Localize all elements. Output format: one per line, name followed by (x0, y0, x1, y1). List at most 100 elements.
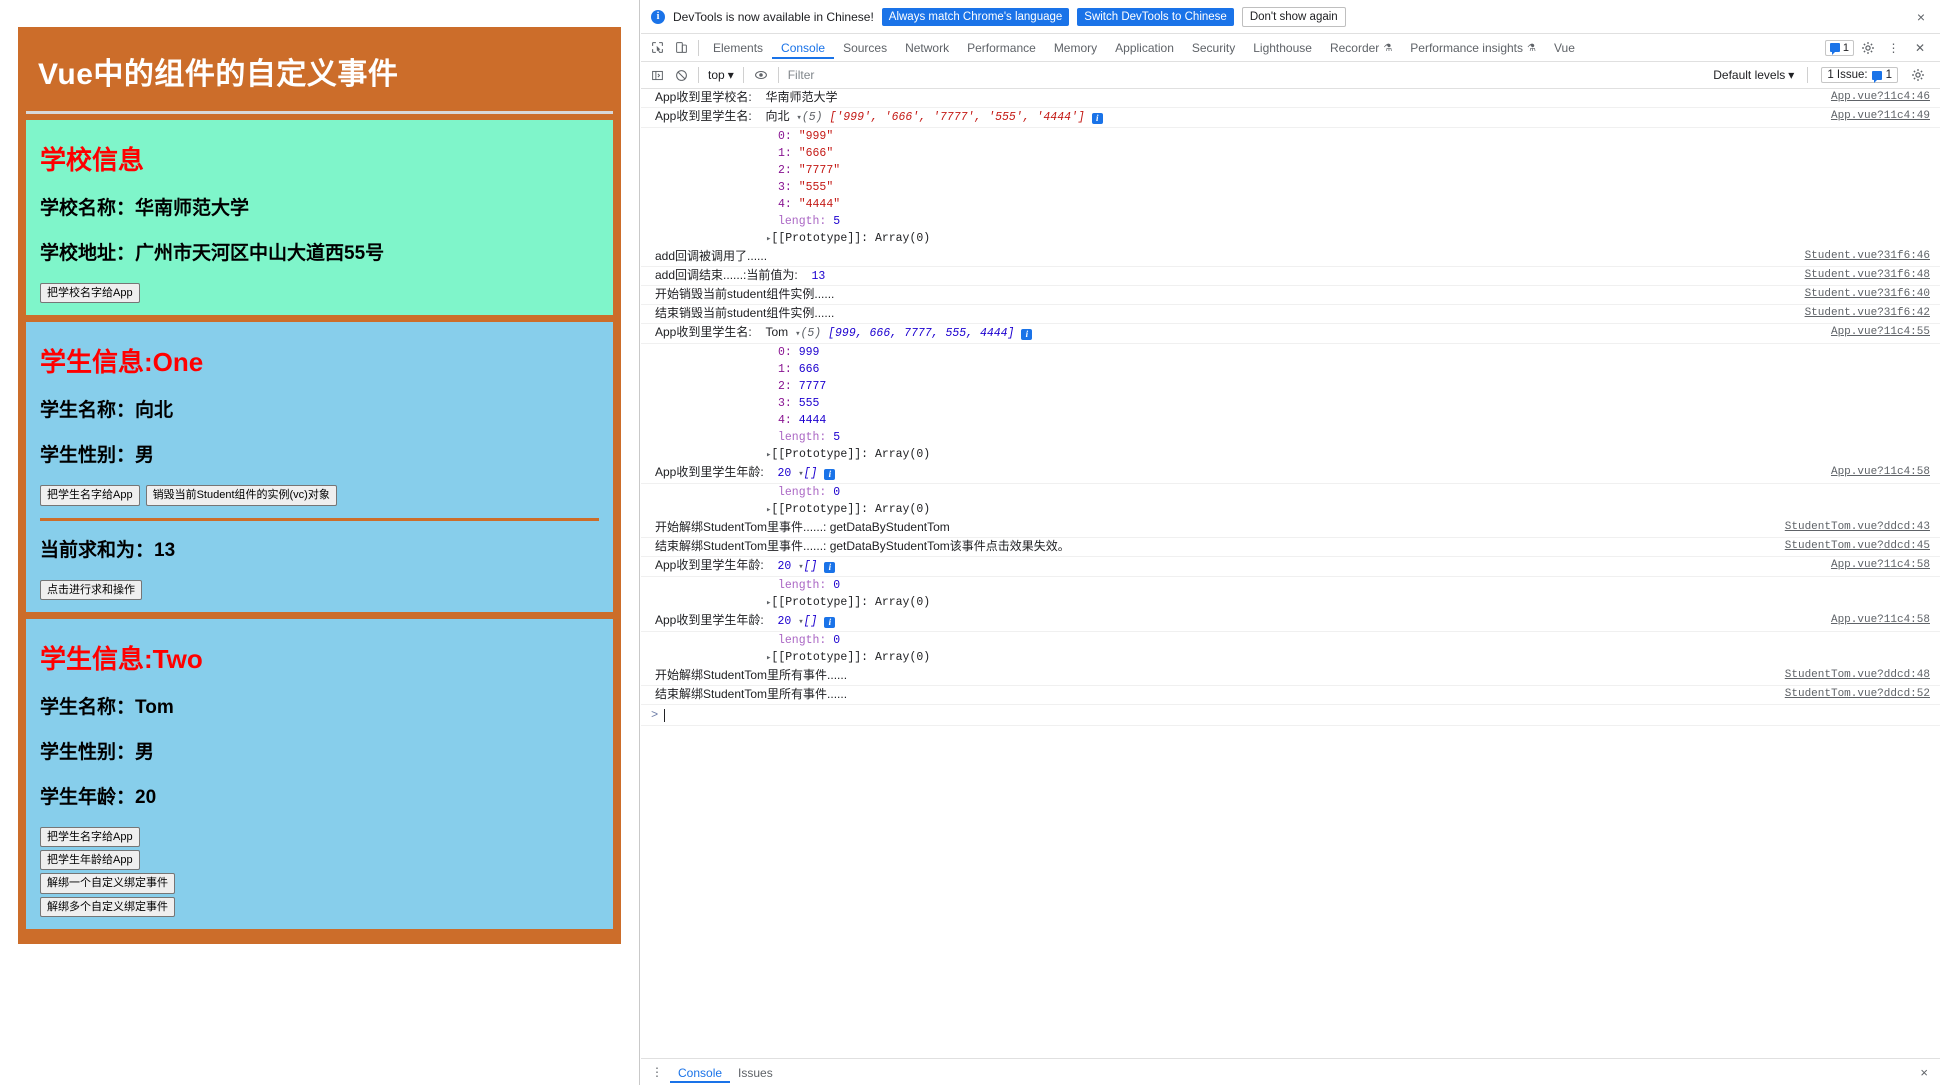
messages-count: 1 (1842, 41, 1849, 54)
tabbar-divider (698, 39, 699, 56)
console-source-link[interactable]: StudentTom.vue?ddcd:48 (1785, 668, 1940, 683)
console-log-message: 1: "666" (778, 147, 834, 160)
student-one-sum-section: 当前求和为：13 点击进行求和操作 (40, 517, 599, 600)
console-log-area[interactable]: App收到里学校名: 华南师范大学 App.vue?11c4:46 App收到里学生… (641, 89, 1940, 1058)
tab-memory[interactable]: Memory (1045, 36, 1106, 59)
console-source-link[interactable]: StudentTom.vue?ddcd:45 (1785, 539, 1940, 554)
clear-console-icon[interactable] (669, 64, 693, 86)
student-one-name-label: 学生名称： (40, 400, 136, 422)
tab-performance-insights[interactable]: Performance insights ⚗ (1401, 36, 1545, 59)
send-student-name-button[interactable]: 把学生名字给App (40, 485, 140, 506)
send-student-two-age-button[interactable]: 把学生年龄给App (40, 850, 140, 871)
tab-application[interactable]: Application (1106, 36, 1183, 59)
tab-network[interactable]: Network (896, 36, 958, 59)
page-title: Vue中的组件的自定义事件 (38, 58, 399, 91)
execution-context-selector[interactable]: top ▾ (704, 67, 738, 83)
send-student-two-name-button[interactable]: 把学生名字给App (40, 826, 140, 848)
console-filter-input[interactable] (783, 66, 1114, 84)
console-prompt[interactable]: > (641, 705, 1940, 726)
console-log-message: 0: "999" (778, 130, 834, 143)
default-levels-selector[interactable]: Default levels ▾ (1713, 68, 1794, 82)
tab-lighthouse[interactable]: Lighthouse (1244, 36, 1321, 59)
drawer-tab-issues[interactable]: Issues (730, 1062, 781, 1083)
console-source-link[interactable]: Student.vue?31f6:48 (1805, 268, 1940, 283)
student-one-sex-row: 学生性别：男 (40, 440, 599, 467)
console-log-message: App收到里学生名: 向北 ▾(5) ['999', '666', '7777'… (655, 109, 1831, 126)
tab-sources[interactable]: Sources (834, 36, 896, 59)
console-source-link[interactable]: Student.vue?31f6:42 (1805, 306, 1940, 321)
console-sidebar-icon[interactable] (645, 64, 669, 86)
console-log-row: App收到里学生年龄: 20 ▾[] i App.vue?11c4:58 (641, 557, 1940, 577)
tab-label: Performance (967, 41, 1036, 55)
console-source-link[interactable]: Student.vue?31f6:46 (1805, 249, 1940, 264)
console-log-message: ▸[[Prototype]]: Array(0) (766, 448, 931, 461)
student-two-heading: 学生信息:Two (40, 643, 203, 674)
send-school-name-button[interactable]: 把学校名字给App (40, 283, 140, 304)
school-panel: 学校信息 学校名称：华南师范大学 学校地址：广州市天河区中山大道西55号 把学校… (26, 120, 613, 316)
device-toolbar-icon[interactable] (669, 37, 693, 59)
student-two-sex-row: 学生性别：男 (40, 737, 599, 764)
tab-label: Vue (1553, 41, 1575, 55)
tab-recorder[interactable]: Recorder ⚗ (1321, 36, 1401, 59)
more-options-icon[interactable]: ⋮ (1882, 37, 1906, 59)
console-settings-gear-icon[interactable] (1906, 64, 1930, 86)
console-log-row: App收到里学校名: 华南师范大学 App.vue?11c4:46 (641, 89, 1940, 108)
console-level-controls: Default levels ▾ 1 Issue: 1 (1713, 64, 1936, 86)
banner-message: DevTools is now available in Chinese! (673, 9, 874, 24)
dont-show-again-button[interactable]: Don't show again (1241, 6, 1346, 27)
always-match-language-button[interactable]: Always match Chrome's language (881, 7, 1070, 26)
switch-to-chinese-button[interactable]: Switch DevTools to Chinese (1077, 7, 1234, 26)
student-two-age-row: 学生年龄：20 (40, 782, 599, 809)
close-devtools-icon[interactable]: ✕ (1908, 37, 1932, 59)
gear-icon[interactable] (1856, 37, 1880, 59)
info-icon: i (651, 9, 665, 24)
messages-badge[interactable]: 1 (1824, 39, 1854, 56)
console-source-link[interactable]: App.vue?11c4:55 (1831, 325, 1940, 340)
console-log-row: ▸[[Prototype]]: Array(0) (641, 446, 1940, 464)
console-source-link[interactable]: App.vue?11c4:46 (1831, 90, 1940, 105)
console-log-message: add回调结束......:当前值为: 13 (655, 268, 826, 283)
console-source-link[interactable]: App.vue?11c4:58 (1831, 465, 1940, 480)
destroy-student-instance-button[interactable]: 销毁当前Student组件的实例(vc)对象 (145, 485, 337, 506)
console-log-row: length: 5 (641, 429, 1940, 446)
console-source-link[interactable]: Student.vue?31f6:40 (1805, 287, 1940, 302)
do-sum-button[interactable]: 点击进行求和操作 (40, 579, 142, 600)
student-one-heading: 学生信息:One (40, 347, 204, 378)
console-log-message: length: 5 (778, 431, 841, 444)
sum-value: 13 (154, 539, 176, 561)
tab-elements[interactable]: Elements (704, 36, 772, 59)
console-log-row: App收到里学生名: 向北 ▾(5) ['999', '666', '7777'… (641, 108, 1940, 128)
browser-viewport: Vue中的组件的自定义事件 学校信息 学校名称：华南师范大学 学校地址：广州市天… (0, 0, 640, 1085)
console-settings-eye-icon[interactable] (749, 64, 773, 86)
console-log-row: ▸[[Prototype]]: Array(0) (641, 501, 1940, 519)
console-source-link[interactable]: StudentTom.vue?ddcd:52 (1785, 687, 1940, 702)
toolbar-divider-3 (777, 67, 779, 83)
console-source-link[interactable]: App.vue?11c4:49 (1831, 109, 1940, 124)
console-source-link[interactable]: App.vue?11c4:58 (1831, 613, 1940, 628)
school-name-row: 学校名称：华南师范大学 (40, 193, 599, 220)
drawer-more-icon[interactable]: ⋮ (647, 1065, 668, 1079)
tab-label: Application (1115, 41, 1174, 55)
tab-console[interactable]: Console (772, 36, 834, 59)
student-two-name-label: 学生名称： (40, 696, 136, 718)
tabbar-right-controls: 1 ⋮ ✕ (1824, 37, 1936, 59)
console-log-message: App收到里学生年龄: 20 ▾[] i (655, 558, 1831, 575)
inspect-element-icon[interactable] (645, 37, 669, 59)
console-log-row: 0: 999 (641, 344, 1940, 361)
console-log-message: 2: "7777" (778, 164, 841, 177)
sum-row: 当前求和为：13 (40, 535, 599, 562)
unbind-many-events-button[interactable]: 解绑多个自定义绑定事件 (40, 896, 175, 918)
tab-security[interactable]: Security (1183, 36, 1244, 59)
drawer-tab-console[interactable]: Console (670, 1062, 730, 1083)
tab-vue[interactable]: Vue (1545, 36, 1584, 59)
unbind-one-event-button[interactable]: 解绑一个自定义绑定事件 (40, 873, 175, 894)
close-drawer-icon[interactable]: × (1914, 1065, 1934, 1080)
console-log-row: ▸[[Prototype]]: Array(0) (641, 649, 1940, 667)
console-source-link[interactable]: StudentTom.vue?ddcd:43 (1785, 520, 1940, 535)
console-log-row: 0: "999" (641, 128, 1940, 145)
console-source-link[interactable]: App.vue?11c4:58 (1831, 558, 1940, 573)
close-banner-icon[interactable]: × (1912, 9, 1930, 25)
console-log-row: add回调被调用了...... Student.vue?31f6:46 (641, 248, 1940, 267)
tab-performance[interactable]: Performance (958, 36, 1045, 59)
issues-chip[interactable]: 1 Issue: 1 (1821, 67, 1898, 83)
